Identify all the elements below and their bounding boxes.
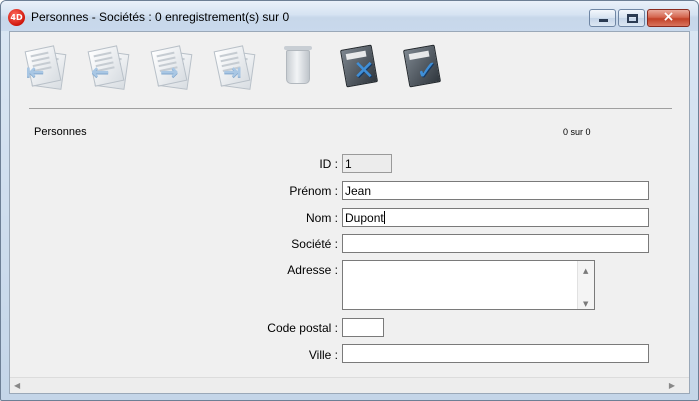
societe-label: Société : — [291, 237, 338, 251]
societe-field[interactable] — [342, 234, 649, 253]
nom-value: Dupont — [345, 211, 384, 225]
code-postal-label: Code postal : — [267, 321, 338, 335]
validate-icon: ✓ — [416, 56, 438, 86]
previous-record-button[interactable]: ← — [83, 42, 132, 96]
close-icon: × — [662, 9, 675, 25]
record-count: 0 sur 0 — [563, 127, 591, 137]
validate-button[interactable]: ✓ — [398, 42, 447, 96]
prenom-field[interactable]: Jean — [342, 181, 649, 200]
first-record-icon: ⇤ — [26, 60, 45, 85]
record-toolbar: ⇤ ← → ⇥ ✕ ✓ — [20, 42, 447, 102]
next-record-icon: → — [160, 60, 179, 85]
adresse-field[interactable]: ▲ ▼ — [342, 260, 595, 310]
horizontal-scrollbar[interactable]: ◀ ▶ — [10, 377, 689, 393]
cancel-button[interactable]: ✕ — [335, 42, 384, 96]
adresse-scrollbar[interactable]: ▲ ▼ — [577, 261, 594, 309]
scroll-right-icon[interactable]: ▶ — [669, 381, 675, 390]
id-field: 1 — [342, 154, 392, 173]
cancel-icon: ✕ — [353, 56, 375, 86]
window-controls: × — [589, 9, 690, 27]
maximize-icon — [627, 14, 638, 23]
close-button[interactable]: × — [647, 9, 690, 27]
minimize-icon — [599, 19, 608, 22]
title-bar[interactable]: 4D Personnes - Sociétés : 0 enregistreme… — [1, 1, 698, 31]
adresse-label: Adresse : — [287, 263, 338, 277]
delete-record-button[interactable] — [272, 42, 321, 96]
previous-record-icon: ← — [91, 60, 110, 85]
maximize-button[interactable] — [618, 9, 645, 27]
minimize-button[interactable] — [589, 9, 616, 27]
ville-field[interactable] — [342, 344, 649, 363]
toolbar-divider — [29, 108, 672, 109]
nom-field[interactable]: Dupont — [342, 208, 649, 227]
form-area: ⇤ ← → ⇥ ✕ ✓ Personnes 0 sur 0 ID: 1 Pré… — [9, 31, 690, 394]
last-record-button[interactable]: ⇥ — [209, 42, 258, 96]
ville-label: Ville : — [308, 348, 338, 362]
last-record-icon: ⇥ — [223, 60, 242, 85]
next-record-button[interactable]: → — [146, 42, 195, 96]
text-cursor — [383, 211, 385, 224]
4d-app-icon[interactable]: 4D — [8, 9, 25, 26]
window-title: Personnes - Sociétés : 0 enregistrement(… — [31, 10, 290, 24]
scroll-down-icon[interactable]: ▼ — [583, 297, 588, 309]
code-postal-field[interactable] — [342, 318, 384, 337]
nom-label: Nom : — [305, 211, 338, 225]
id-label: ID : — [319, 157, 338, 171]
trash-icon — [284, 46, 312, 84]
app-window: 4D Personnes - Sociétés : 0 enregistreme… — [0, 0, 699, 401]
scroll-left-icon[interactable]: ◀ — [14, 381, 20, 390]
scroll-up-icon[interactable]: ▲ — [583, 264, 588, 278]
section-title: Personnes — [34, 126, 87, 138]
first-record-button[interactable]: ⇤ — [20, 42, 69, 96]
prenom-label: Prénom : — [289, 184, 338, 198]
